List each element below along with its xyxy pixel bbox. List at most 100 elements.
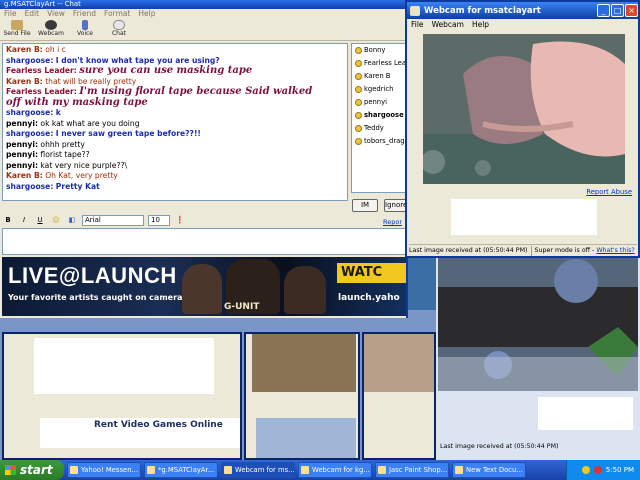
underline-button[interactable]: U: [34, 215, 46, 226]
app-icon: [147, 466, 155, 474]
room-user-item[interactable]: pennyi: [352, 96, 405, 109]
room-user-item[interactable]: Karen B: [352, 70, 405, 83]
app-icon: [378, 466, 386, 474]
font-size-select[interactable]: 10: [148, 214, 170, 226]
background-chat-window: Rent Video Games Online: [2, 332, 242, 460]
webcam-2-status: Last image received at (05:50:44 PM): [440, 443, 559, 450]
emoticon-icon[interactable]: ☺: [50, 215, 62, 226]
webcam-menu-help[interactable]: Help: [472, 19, 489, 30]
smiley-icon: [355, 85, 362, 93]
menu-edit[interactable]: Edit: [25, 9, 40, 19]
message-sender: shargoose:: [6, 55, 54, 65]
chat-message-log: Karen B: oh i c shargoose: I don't know w…: [2, 43, 348, 201]
chat-button[interactable]: Chat: [104, 19, 134, 40]
close-button[interactable]: ×: [625, 4, 638, 17]
format-toolbar: B I U ☺ ◧ Arial 10 ❗: [2, 213, 402, 227]
room-user-item[interactable]: Bonny: [352, 44, 405, 57]
taskbar-button[interactable]: Yahoo! Messen...: [67, 462, 141, 478]
chat-message: pennyi: ohhh pretty: [6, 140, 344, 151]
room-user-item[interactable]: tobors_dragon: [352, 135, 405, 148]
chat-message: pennyi: florist tape??: [6, 150, 344, 161]
send-file-button[interactable]: Send File: [2, 19, 32, 40]
room-user-item[interactable]: Teddy: [352, 122, 405, 135]
send-file-icon: [11, 20, 23, 30]
webcam-image: [423, 34, 625, 184]
room-user-name: Bonny: [364, 46, 386, 54]
im-button[interactable]: IM: [352, 199, 378, 212]
menu-help[interactable]: Help: [138, 9, 155, 19]
webcam-icon: [45, 20, 57, 30]
whats-this-link[interactable]: What's this?: [596, 247, 634, 254]
chat-message: off with my masking tape: [6, 97, 344, 109]
room-user-name: tobors_dragon: [364, 137, 405, 145]
room-user-item[interactable]: kgedrich: [352, 83, 405, 96]
menu-format[interactable]: Format: [104, 9, 130, 19]
webcam-2-video: [438, 257, 638, 391]
message-text: Pretty Kat: [55, 181, 100, 191]
taskbar-button-label: Webcam for ms...: [235, 466, 295, 474]
taskbar-button-label: Jasc Paint Shop...: [389, 466, 448, 474]
taskbar: start Yahoo! Messen... *g.MSATClayAr... We…: [0, 460, 640, 480]
message-sender: pennyi:: [6, 118, 38, 128]
menu-friend[interactable]: Friend: [73, 9, 96, 19]
banner-artist: G-UNIT: [224, 302, 260, 312]
taskbar-button[interactable]: New Text Docu...: [452, 462, 526, 478]
bold-button[interactable]: B: [2, 215, 14, 226]
taskbar-button[interactable]: Webcam for kg...: [298, 462, 372, 478]
menu-view[interactable]: View: [47, 9, 65, 19]
message-sender: shargoose:: [6, 108, 54, 117]
message-text: ok kat what are you doing: [40, 118, 140, 128]
message-input[interactable]: [2, 228, 406, 255]
webcam-2-image: [438, 257, 638, 391]
smiley-icon: [355, 111, 362, 119]
chat-message: pennyi: ok kat what are you doing: [6, 119, 344, 130]
room-user-name: kgedrich: [364, 85, 394, 93]
message-text: that will be really pretty: [45, 76, 137, 86]
room-user-item[interactable]: shargoose: [352, 109, 405, 122]
banner-headline: LIVE@LAUNCH: [8, 263, 177, 288]
message-sender: pennyi:: [6, 160, 38, 170]
taskbar-button[interactable]: Webcam for ms...: [221, 462, 295, 478]
webcam-2-ad: [538, 397, 633, 430]
taskbar-button[interactable]: Jasc Paint Shop...: [375, 462, 449, 478]
banner-watch-button[interactable]: WATC: [337, 263, 406, 283]
room-user-name: Fearless Lead: [364, 59, 405, 67]
room-user-name: Karen B: [364, 72, 391, 80]
start-button[interactable]: start: [0, 460, 64, 480]
room-user-name: shargoose: [364, 111, 404, 119]
maximize-button[interactable]: □: [611, 4, 624, 17]
message-text: I'm using floral tape because Said walke…: [79, 86, 313, 97]
smiley-icon: [355, 72, 362, 80]
live-at-launch-ad-banner[interactable]: LIVE@LAUNCH Your favorite artists caught…: [2, 257, 406, 316]
background-ad: Rent Video Games Online: [40, 418, 240, 448]
message-sender: Fearless Leader:: [6, 66, 77, 75]
font-select[interactable]: Arial: [82, 214, 144, 226]
webcam-button[interactable]: Webcam: [36, 19, 66, 40]
app-icon: [224, 466, 232, 474]
message-sender: pennyi:: [6, 139, 38, 149]
voice-button[interactable]: Voice: [70, 19, 100, 40]
italic-button[interactable]: I: [18, 215, 30, 226]
webcam-ad: [451, 199, 597, 235]
webcam-menu-file[interactable]: File: [411, 19, 424, 30]
taskbar-button[interactable]: *g.MSATClayAr...: [144, 462, 218, 478]
room-user-item[interactable]: Fearless Lead: [352, 57, 405, 70]
chat-message: pennyi: kat very nice purple??\: [6, 161, 344, 172]
webcam-video-feed: [423, 34, 625, 184]
buzz-icon[interactable]: ❗: [174, 215, 186, 226]
smiley-icon: [355, 124, 362, 132]
background-webcam-1: [244, 332, 360, 460]
webcam-menu-webcam[interactable]: Webcam: [432, 19, 464, 30]
room-user-list: Bonny Fearless Lead Karen B kgedrich pennyi s…: [351, 43, 406, 193]
messenger-tray-icon[interactable]: [581, 466, 590, 474]
report-link[interactable]: Repor: [383, 218, 402, 226]
report-abuse-link[interactable]: Report Abuse: [586, 188, 632, 196]
menu-file[interactable]: File: [4, 9, 17, 19]
chat-bubble-icon: [113, 20, 125, 30]
message-text: florist tape??: [40, 150, 90, 159]
color-palette-icon[interactable]: ◧: [66, 215, 78, 226]
super-mode-status: Super mode is off -: [534, 247, 595, 254]
message-text: kat very nice purple??\: [40, 160, 128, 170]
security-tray-icon[interactable]: [593, 466, 602, 474]
minimize-button[interactable]: _: [597, 4, 610, 17]
